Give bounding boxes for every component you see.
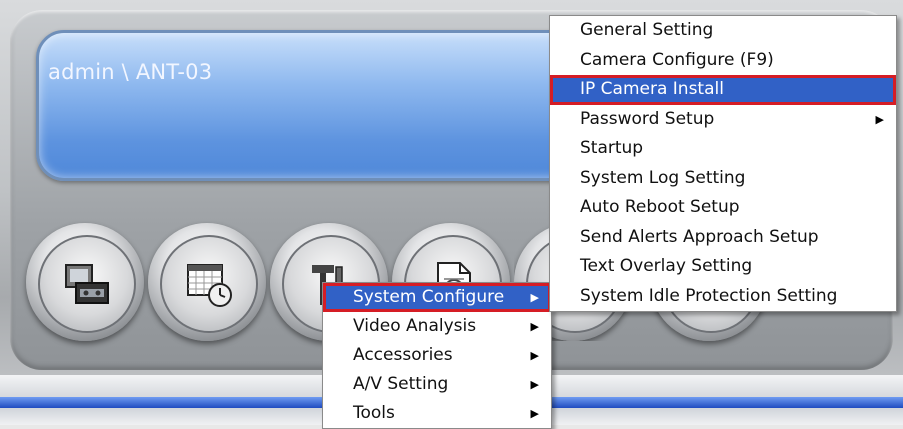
system-configure-submenu: General Setting Camera Configure (F9) IP… <box>549 15 897 312</box>
submenu-item-camera-configure[interactable]: Camera Configure (F9) <box>550 46 896 76</box>
submenu-item-password-setup[interactable]: Password Setup ▶ <box>550 105 896 135</box>
submenu-item-label: General Setting <box>580 20 714 40</box>
schedule-button[interactable] <box>148 223 266 341</box>
menu-item-tools[interactable]: Tools ▶ <box>323 399 551 428</box>
menu-item-label: System Configure <box>353 287 505 307</box>
user-path-label: admin \ ANT-03 <box>48 60 213 84</box>
menu-item-label: A/V Setting <box>353 374 449 394</box>
submenu-item-label: System Idle Protection Setting <box>580 285 838 306</box>
submenu-item-idle-protection[interactable]: System Idle Protection Setting <box>550 282 896 312</box>
menu-item-video-analysis[interactable]: Video Analysis ▶ <box>323 312 551 341</box>
submenu-arrow-icon: ▶ <box>875 112 884 126</box>
context-menu: System Configure ▶ Video Analysis ▶ Acce… <box>322 282 552 429</box>
submenu-arrow-icon: ▶ <box>530 378 539 391</box>
submenu-arrow-icon: ▶ <box>530 291 539 304</box>
submenu-item-label: IP Camera Install <box>580 79 724 99</box>
submenu-item-label: System Log Setting <box>580 167 746 188</box>
submenu-item-auto-reboot-setup[interactable]: Auto Reboot Setup <box>550 193 896 223</box>
menu-item-label: Accessories <box>353 345 453 365</box>
submenu-item-general-setting[interactable]: General Setting <box>550 16 896 46</box>
menu-item-label: Tools <box>353 403 395 423</box>
submenu-item-label: Auto Reboot Setup <box>580 197 740 217</box>
playback-button[interactable] <box>26 223 144 341</box>
menu-item-label: Video Analysis <box>353 316 477 336</box>
submenu-arrow-icon: ▶ <box>530 349 539 362</box>
submenu-item-label: Camera Configure (F9) <box>580 49 774 70</box>
submenu-item-text-overlay[interactable]: Text Overlay Setting <box>550 252 896 282</box>
menu-item-accessories[interactable]: Accessories ▶ <box>323 341 551 370</box>
submenu-item-label: Text Overlay Setting <box>580 256 753 276</box>
menu-item-system-configure[interactable]: System Configure ▶ <box>323 283 551 312</box>
submenu-item-ip-camera-install[interactable]: IP Camera Install <box>550 75 896 105</box>
menu-item-av-setting[interactable]: A/V Setting ▶ <box>323 370 551 399</box>
submenu-item-send-alerts[interactable]: Send Alerts Approach Setup <box>550 223 896 253</box>
calendar-clock-icon <box>187 264 232 307</box>
submenu-arrow-icon: ▶ <box>530 320 539 333</box>
submenu-item-label: Send Alerts Approach Setup <box>580 226 819 247</box>
monitor-tape-icon <box>65 264 109 304</box>
submenu-arrow-icon: ▶ <box>530 407 539 420</box>
submenu-item-label: Password Setup <box>580 108 715 129</box>
submenu-item-label: Startup <box>580 138 644 158</box>
submenu-item-system-log-setting[interactable]: System Log Setting <box>550 164 896 194</box>
submenu-item-startup[interactable]: Startup <box>550 134 896 164</box>
